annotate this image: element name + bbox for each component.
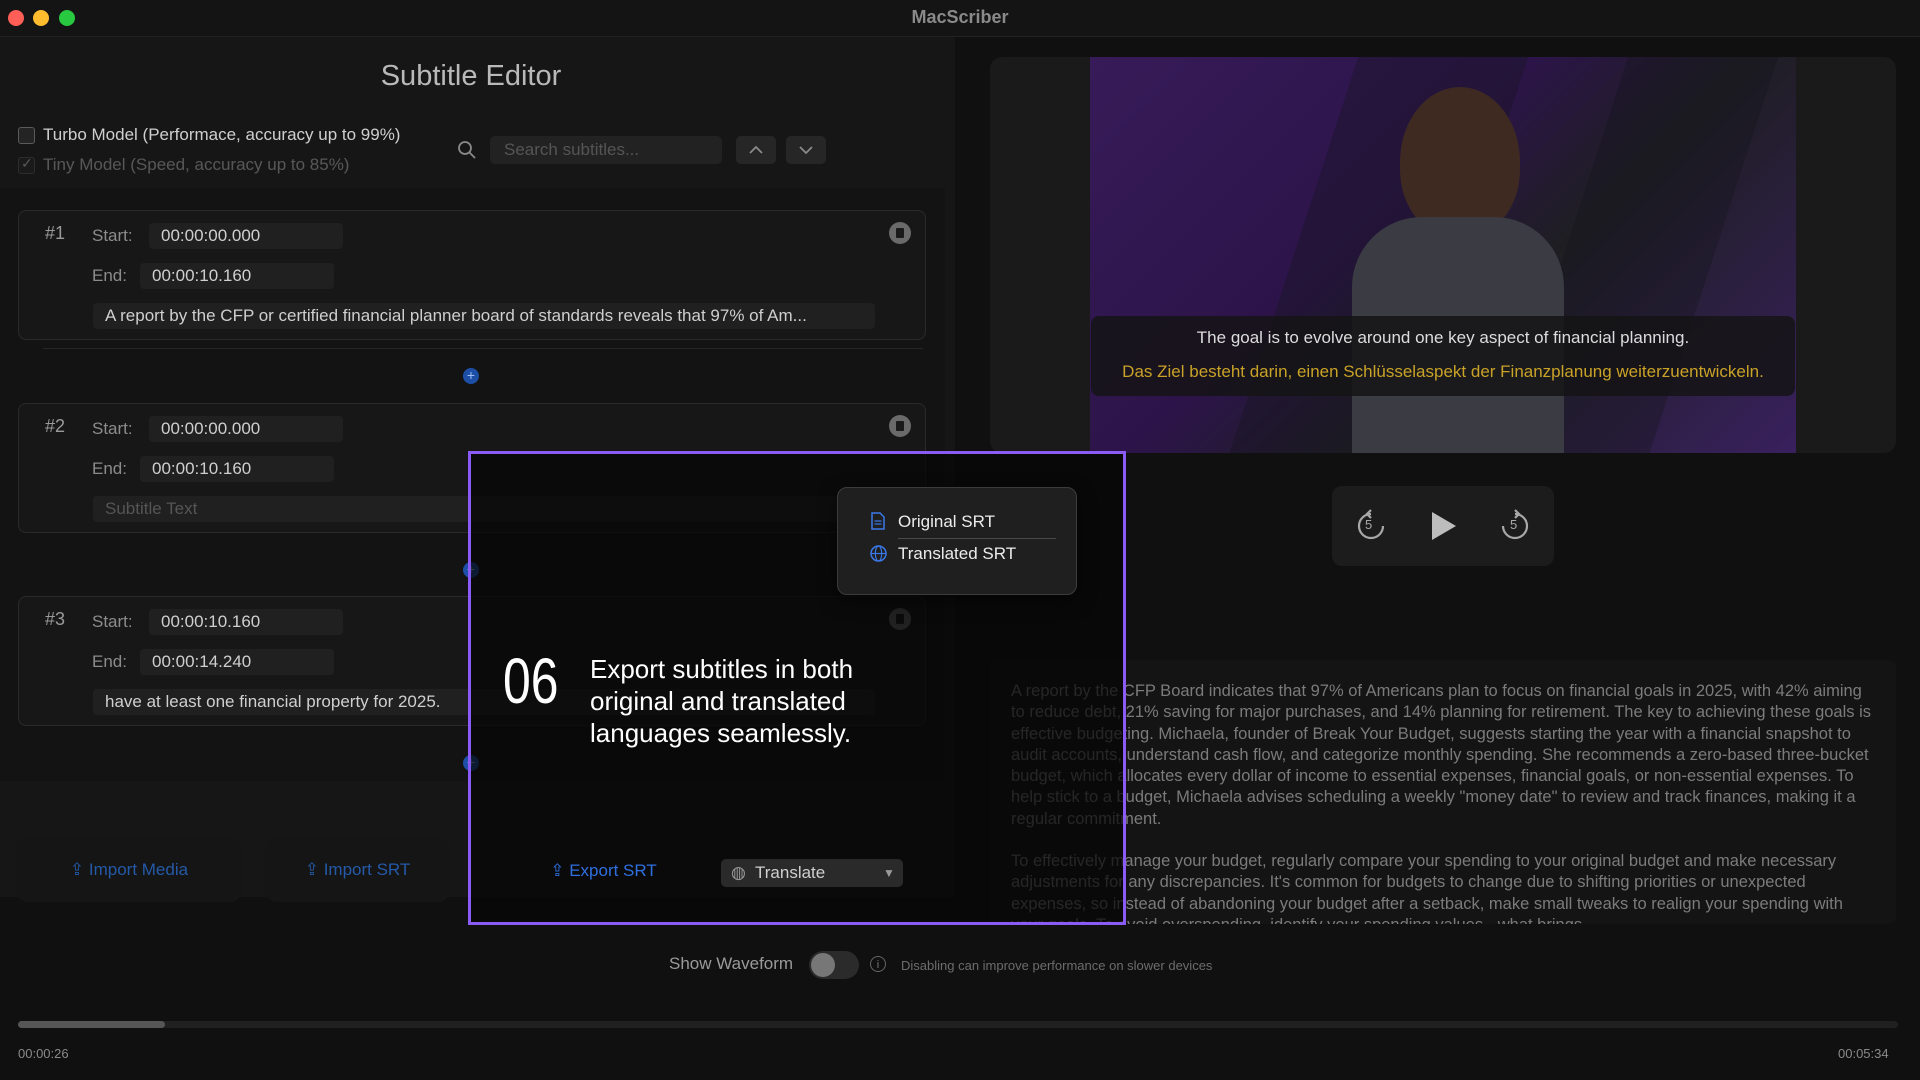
import-icon: ⇪: [69, 860, 89, 879]
transcript-paragraph: A report by the CFP Board indicates that…: [1011, 682, 1872, 828]
end-time-field[interactable]: 00:00:10.160: [140, 456, 334, 482]
presenter-head: [1400, 87, 1520, 237]
end-label: End:: [92, 652, 127, 671]
title-bar: MacScriber: [0, 0, 1920, 37]
menu-item-original-srt[interactable]: Original SRT: [898, 512, 995, 532]
previous-match-button[interactable]: [736, 136, 776, 164]
delete-subtitle-button[interactable]: [889, 415, 911, 437]
callout-number: 06: [503, 645, 559, 717]
tiny-model-checkbox[interactable]: ✓: [18, 155, 35, 174]
timeline-scrubber[interactable]: [18, 1021, 1898, 1028]
skip-forward-seconds: 5: [1510, 517, 1518, 532]
waveform-toggle[interactable]: [809, 951, 859, 979]
import-media-button[interactable]: ⇪ Import Media: [16, 838, 242, 902]
translate-label: Translate: [755, 863, 826, 882]
timeline-progress: [18, 1021, 165, 1028]
subtitle-index: #3: [45, 609, 66, 629]
subtitle-card-1: #1 Start: 00:00:00.000 End: 00:00:10.160…: [18, 210, 926, 340]
export-icon: ⇪: [550, 861, 570, 880]
checkmark-icon: ✓: [21, 155, 33, 171]
end-label: End:: [92, 266, 127, 285]
start-label: Start:: [92, 419, 133, 438]
chevron-up-icon: [749, 145, 763, 154]
translate-dropdown[interactable]: ◍ Translate ▼: [721, 859, 903, 887]
end-time-field[interactable]: 00:00:10.160: [140, 263, 334, 289]
import-srt-button[interactable]: ⇪ Import SRT: [265, 838, 450, 902]
start-time-field[interactable]: 00:00:00.000: [149, 223, 343, 249]
chevron-down-icon: [799, 146, 813, 155]
tiny-model-label: Tiny Model (Speed, accuracy up to 85%): [43, 155, 350, 174]
original-subtitle: The goal is to evolve around one key asp…: [1196, 328, 1690, 347]
playback-controls: 5 5: [1332, 486, 1554, 566]
document-icon: [870, 512, 886, 535]
menu-item-translated-srt[interactable]: Translated SRT: [898, 544, 1016, 564]
callout-text: Export subtitles in both original and tr…: [590, 654, 854, 748]
turbo-model-label: Turbo Model (Performace, accuracy up to …: [43, 125, 401, 144]
subtitle-index: #2: [45, 416, 66, 436]
start-time-field[interactable]: 00:00:00.000: [149, 416, 343, 442]
export-srt-button[interactable]: ⇪ Export SRT: [511, 839, 696, 903]
export-srt-menu: Original SRT Translated SRT: [837, 487, 1077, 595]
page-title: Subtitle Editor: [380, 60, 562, 92]
skip-back-seconds: 5: [1365, 517, 1373, 532]
toggle-knob: [811, 953, 835, 977]
start-label: Start:: [92, 612, 133, 631]
globe-icon: [870, 545, 887, 567]
subtitle-text-field[interactable]: A report by the CFP or certified financi…: [93, 303, 875, 329]
translated-subtitle: Das Ziel besteht darin, einen Schlüssela…: [1122, 362, 1764, 381]
delete-subtitle-button[interactable]: [889, 222, 911, 244]
total-time: 00:05:34: [1838, 1046, 1889, 1061]
end-time-field[interactable]: 00:00:14.240: [140, 649, 334, 675]
add-subtitle-button[interactable]: +: [463, 368, 479, 384]
window-title: MacScriber: [911, 7, 1009, 27]
info-icon: i: [870, 956, 886, 972]
play-icon[interactable]: [1428, 510, 1458, 542]
next-match-button[interactable]: [786, 136, 826, 164]
start-label: Start:: [92, 226, 133, 245]
search-icon: [458, 141, 476, 159]
menu-divider: [898, 538, 1056, 539]
subtitle-overlay: The goal is to evolve around one key asp…: [1091, 316, 1795, 396]
globe-icon: ◍: [731, 863, 746, 882]
subtitle-index: #1: [45, 223, 66, 243]
search-input[interactable]: Search subtitles...: [490, 136, 722, 164]
chevron-down-icon: ▼: [883, 866, 895, 880]
divider: [43, 348, 923, 349]
import-icon: ⇪: [304, 860, 324, 879]
current-time: 00:00:26: [18, 1046, 69, 1061]
turbo-model-checkbox[interactable]: [18, 127, 35, 144]
waveform-hint: Disabling can improve performance on slo…: [901, 958, 1213, 973]
transcript-paragraph: To effectively manage your budget, regul…: [1011, 852, 1843, 924]
show-waveform-label: Show Waveform: [669, 954, 794, 973]
end-label: End:: [92, 459, 127, 478]
start-time-field[interactable]: 00:00:10.160: [149, 609, 343, 635]
